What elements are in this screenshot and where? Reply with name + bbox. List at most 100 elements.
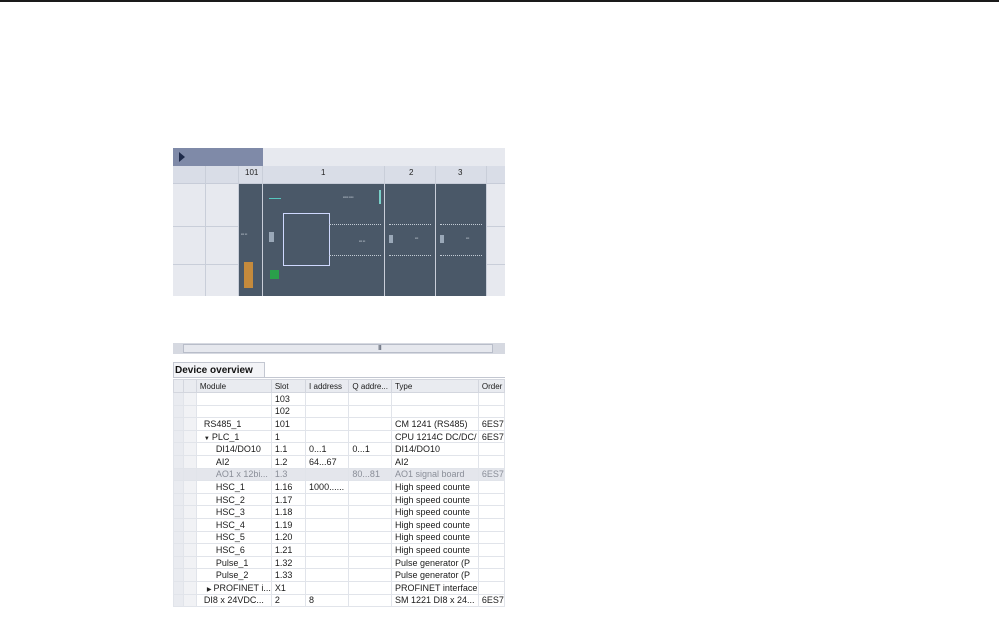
cell-q-address[interactable] bbox=[348, 543, 392, 557]
cell-i-address[interactable]: 64...67 bbox=[305, 454, 350, 469]
cell-module[interactable]: HSC_2 bbox=[195, 492, 272, 507]
cell-type[interactable]: DI14/DO10 bbox=[390, 442, 479, 456]
device-overview-panel[interactable]: Device overview Module Slot I address Q … bbox=[173, 356, 505, 628]
tab-device-overview[interactable]: Device overview bbox=[173, 362, 265, 378]
cell-module[interactable]: DI14/DO10 bbox=[195, 442, 272, 456]
cell-slot[interactable]: 103 bbox=[270, 392, 307, 406]
signal-board-slot[interactable] bbox=[283, 213, 330, 266]
cell-order[interactable] bbox=[477, 580, 505, 595]
cell-type[interactable]: SM 1221 DI8 x 24... bbox=[390, 593, 479, 608]
row-selector[interactable] bbox=[173, 530, 185, 545]
cell-order[interactable] bbox=[477, 404, 505, 419]
cell-q-address[interactable] bbox=[348, 580, 392, 595]
cell-slot[interactable]: 102 bbox=[270, 404, 307, 419]
cell-module[interactable]: ▶ PROFINET i... bbox=[195, 580, 272, 595]
cell-i-address[interactable] bbox=[305, 417, 350, 431]
column-header-order[interactable]: Order bbox=[477, 379, 505, 393]
cell-i-address[interactable]: 8 bbox=[305, 593, 350, 608]
column-header-slot[interactable]: Slot bbox=[270, 379, 307, 393]
cell-type[interactable]: Pulse generator (P bbox=[390, 555, 479, 570]
row-selector[interactable] bbox=[173, 505, 185, 519]
cell-q-address[interactable] bbox=[348, 429, 392, 444]
cell-order[interactable] bbox=[477, 555, 505, 570]
cell-order[interactable] bbox=[477, 480, 505, 494]
row-selector[interactable] bbox=[173, 442, 185, 456]
cell-q-address[interactable] bbox=[348, 454, 392, 469]
cell-slot[interactable]: 1 bbox=[270, 429, 307, 444]
rack-header[interactable] bbox=[173, 148, 263, 166]
table-row[interactable]: ▼ PLC_1 1 CPU 1214C DC/DC/6ES7 bbox=[173, 429, 505, 444]
signal-module-3[interactable]: ▪▪▪ bbox=[436, 184, 486, 297]
cell-type[interactable]: CPU 1214C DC/DC/ bbox=[390, 429, 479, 444]
table-row[interactable]: ▶ PROFINET i... X1 PROFINET interface bbox=[173, 580, 505, 595]
table-row[interactable]: DI8 x 24VDC... 2 8 SM 1221 DI8 x 24... 6ES7 bbox=[173, 593, 505, 608]
cell-order[interactable] bbox=[477, 568, 505, 582]
table-row[interactable]: AO1 x 12bi... 1.3 80...81 AO1 signal board 6… bbox=[173, 467, 505, 482]
cell-module[interactable]: HSC_4 bbox=[195, 517, 272, 532]
cell-slot[interactable]: 1.3 bbox=[270, 467, 307, 482]
cell-order[interactable]: 6ES7 bbox=[477, 429, 505, 444]
cell-order[interactable]: 6ES7 bbox=[477, 467, 505, 482]
cell-module[interactable]: Pulse_2 bbox=[195, 568, 272, 582]
signal-module-2[interactable]: ▪▪▪ bbox=[385, 184, 435, 297]
row-selector[interactable] bbox=[173, 404, 185, 419]
cell-module[interactable]: ▼ PLC_1 bbox=[195, 429, 272, 444]
communication-module[interactable]: ▪▪▪ ▪▪ bbox=[239, 184, 262, 297]
column-header-i-address[interactable]: I address bbox=[305, 379, 350, 393]
row-selector[interactable] bbox=[173, 429, 185, 444]
cell-order[interactable] bbox=[477, 530, 505, 545]
cell-module[interactable]: HSC_3 bbox=[195, 505, 272, 519]
cell-q-address[interactable]: 80...81 bbox=[348, 467, 392, 482]
cell-module[interactable]: HSC_6 bbox=[195, 543, 272, 557]
row-selector[interactable] bbox=[173, 517, 185, 532]
cell-order[interactable] bbox=[477, 505, 505, 519]
column-header-module[interactable]: Module bbox=[195, 379, 272, 393]
cell-slot[interactable]: 2 bbox=[270, 593, 307, 608]
table-row[interactable]: HSC_5 1.20 High speed counte bbox=[173, 530, 505, 545]
table-row[interactable]: Pulse_1 1.32 Pulse generator (P bbox=[173, 555, 505, 570]
row-selector[interactable] bbox=[173, 492, 185, 507]
cell-slot[interactable]: 1.17 bbox=[270, 492, 307, 507]
table-row[interactable]: DI14/DO10 1.1 0...1 0...1 DI14/DO10 bbox=[173, 442, 505, 456]
cell-q-address[interactable] bbox=[348, 530, 392, 545]
cell-module[interactable]: AI2 bbox=[195, 454, 272, 469]
cell-q-address[interactable] bbox=[348, 517, 392, 532]
cell-q-address[interactable] bbox=[348, 593, 392, 608]
table-row[interactable]: 103 bbox=[173, 392, 505, 406]
cell-slot[interactable]: 1.20 bbox=[270, 530, 307, 545]
row-selector[interactable] bbox=[173, 543, 185, 557]
row-selector[interactable] bbox=[173, 454, 185, 469]
cell-slot[interactable]: 1.18 bbox=[270, 505, 307, 519]
cell-type[interactable]: AO1 signal board bbox=[390, 467, 479, 482]
cell-type[interactable] bbox=[390, 404, 479, 419]
cell-order[interactable] bbox=[477, 442, 505, 456]
cell-slot[interactable]: 1.21 bbox=[270, 543, 307, 557]
cell-q-address[interactable] bbox=[348, 555, 392, 570]
cell-q-address[interactable] bbox=[348, 392, 392, 406]
cell-order[interactable] bbox=[477, 543, 505, 557]
cell-order[interactable] bbox=[477, 517, 505, 532]
device-rack-view[interactable]: 101 1 2 3 ▪▪▪ ▪▪ ▬▬▬▬ ▪▪▪▪▪ ▪▪▪▪ ▪▪▪ ▪▪ … bbox=[173, 148, 505, 303]
row-selector[interactable] bbox=[173, 593, 185, 608]
table-row[interactable]: RS485_1 101 CM 1241 (RS485) 6ES7 bbox=[173, 417, 505, 431]
column-header-q-address[interactable]: Q addre... bbox=[348, 379, 392, 393]
table-row[interactable]: HSC_3 1.18 High speed counte bbox=[173, 505, 505, 519]
device-overview-table[interactable]: Module Slot I address Q addre... Type Or… bbox=[173, 379, 505, 608]
table-row[interactable]: AI2 1.2 64...67 AI2 bbox=[173, 454, 505, 469]
expand-arrow-icon[interactable] bbox=[179, 152, 185, 162]
cell-i-address[interactable] bbox=[305, 404, 350, 419]
table-row[interactable]: 102 bbox=[173, 404, 505, 419]
cell-module[interactable]: DI8 x 24VDC... bbox=[195, 593, 272, 608]
cell-i-address[interactable] bbox=[305, 580, 350, 595]
cell-i-address[interactable] bbox=[305, 467, 350, 482]
cell-module[interactable]: HSC_5 bbox=[195, 530, 272, 545]
cell-module[interactable]: Pulse_1 bbox=[195, 555, 272, 570]
cell-order[interactable] bbox=[477, 392, 505, 406]
cell-slot[interactable]: 1.1 bbox=[270, 442, 307, 456]
cell-i-address[interactable] bbox=[305, 568, 350, 582]
cell-i-address[interactable] bbox=[305, 517, 350, 532]
table-row[interactable]: Pulse_2 1.33 Pulse generator (P bbox=[173, 568, 505, 582]
cell-i-address[interactable] bbox=[305, 429, 350, 444]
row-selector[interactable] bbox=[173, 467, 185, 482]
cell-q-address[interactable] bbox=[348, 480, 392, 494]
